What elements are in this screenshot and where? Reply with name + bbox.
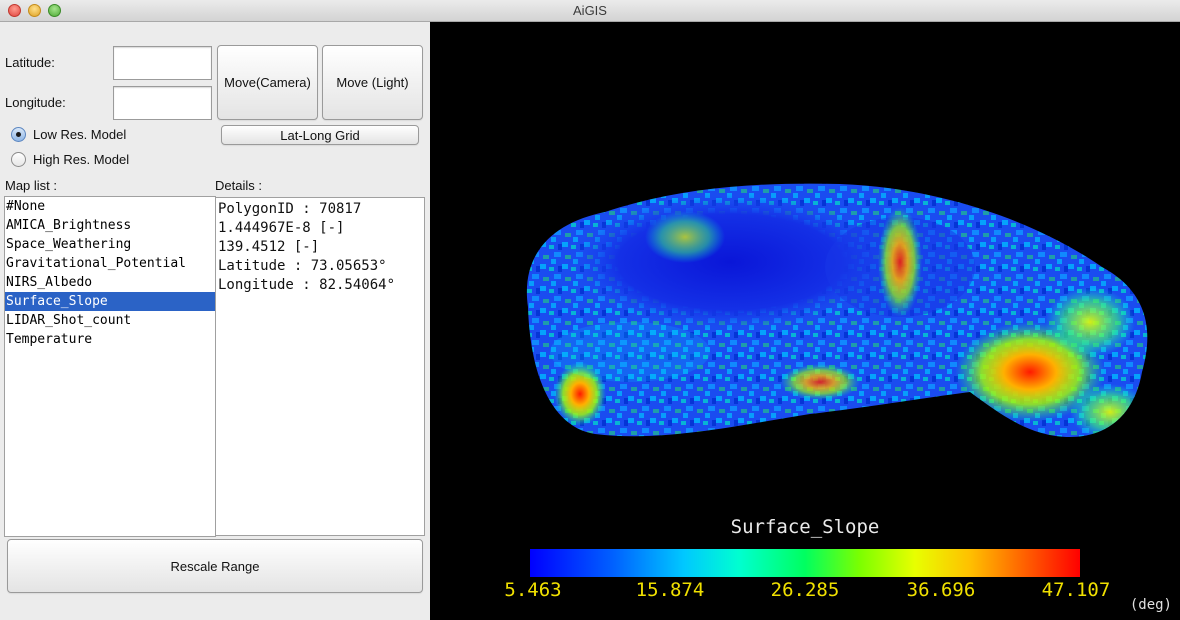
- longitude-label: Longitude:: [5, 95, 66, 110]
- radio-unselected-icon: [11, 152, 26, 167]
- details-label: Details :: [215, 178, 262, 193]
- move-light-button[interactable]: Move (Light): [322, 45, 423, 120]
- details-line: PolygonID : 70817: [218, 201, 362, 217]
- low-res-model-label: Low Res. Model: [33, 127, 127, 142]
- map-list[interactable]: #None AMICA_Brightness Space_Weathering …: [4, 196, 216, 537]
- details-line: 139.4512 [-]: [218, 239, 320, 255]
- window-title: AiGIS: [573, 3, 607, 18]
- list-item-selected[interactable]: Surface_Slope: [5, 292, 215, 311]
- details-line: Latitude : 73.05653°: [218, 258, 387, 274]
- details-panel: PolygonID : 70817 1.444967E-8 [-] 139.45…: [215, 197, 425, 536]
- lat-long-grid-button[interactable]: Lat-Long Grid: [221, 125, 419, 145]
- scale-tick-label: 26.285: [770, 579, 840, 601]
- longitude-input[interactable]: [114, 87, 211, 119]
- scale-tick-label: 15.874: [635, 579, 705, 601]
- high-res-model-label: High Res. Model: [33, 152, 130, 167]
- title-bar: AiGIS: [0, 0, 1180, 22]
- scale-tick-label: 36.696: [906, 579, 976, 601]
- latitude-field-box: [113, 46, 212, 80]
- low-res-model-radio[interactable]: Low Res. Model: [11, 127, 126, 142]
- list-item[interactable]: #None: [5, 197, 215, 216]
- details-line: 1.444967E-8 [-]: [218, 220, 345, 236]
- list-item[interactable]: Gravitational_Potential: [5, 254, 215, 273]
- list-item[interactable]: Temperature: [5, 330, 215, 349]
- latitude-label: Latitude:: [5, 55, 55, 70]
- high-res-model-radio[interactable]: High Res. Model: [11, 152, 129, 167]
- list-item[interactable]: Space_Weathering: [5, 235, 215, 254]
- move-camera-button[interactable]: Move(Camera): [217, 45, 318, 120]
- longitude-field-box: [113, 86, 212, 120]
- radio-selected-icon: [11, 127, 26, 142]
- list-item[interactable]: NIRS_Albedo: [5, 273, 215, 292]
- rescale-range-button[interactable]: Rescale Range: [7, 539, 423, 593]
- details-line: Longitude : 82.54064°: [218, 277, 396, 293]
- color-scale-title: Surface_Slope: [730, 516, 880, 538]
- scale-unit-label: (deg): [1129, 597, 1172, 613]
- list-item[interactable]: AMICA_Brightness: [5, 216, 215, 235]
- scale-tick-label: 47.107: [1041, 579, 1111, 601]
- 3d-viewer[interactable]: Surface_Slope 5.463 15.874 26.285 36.696…: [430, 22, 1180, 620]
- list-item[interactable]: LIDAR_Shot_count: [5, 311, 215, 330]
- scale-tick-label: 5.463: [504, 579, 562, 601]
- latitude-input[interactable]: [114, 47, 211, 79]
- color-scale-bar: [530, 549, 1080, 577]
- control-panel: Latitude: Longitude: Move(Camera) Move (…: [0, 22, 430, 620]
- map-list-label: Map list :: [5, 178, 58, 193]
